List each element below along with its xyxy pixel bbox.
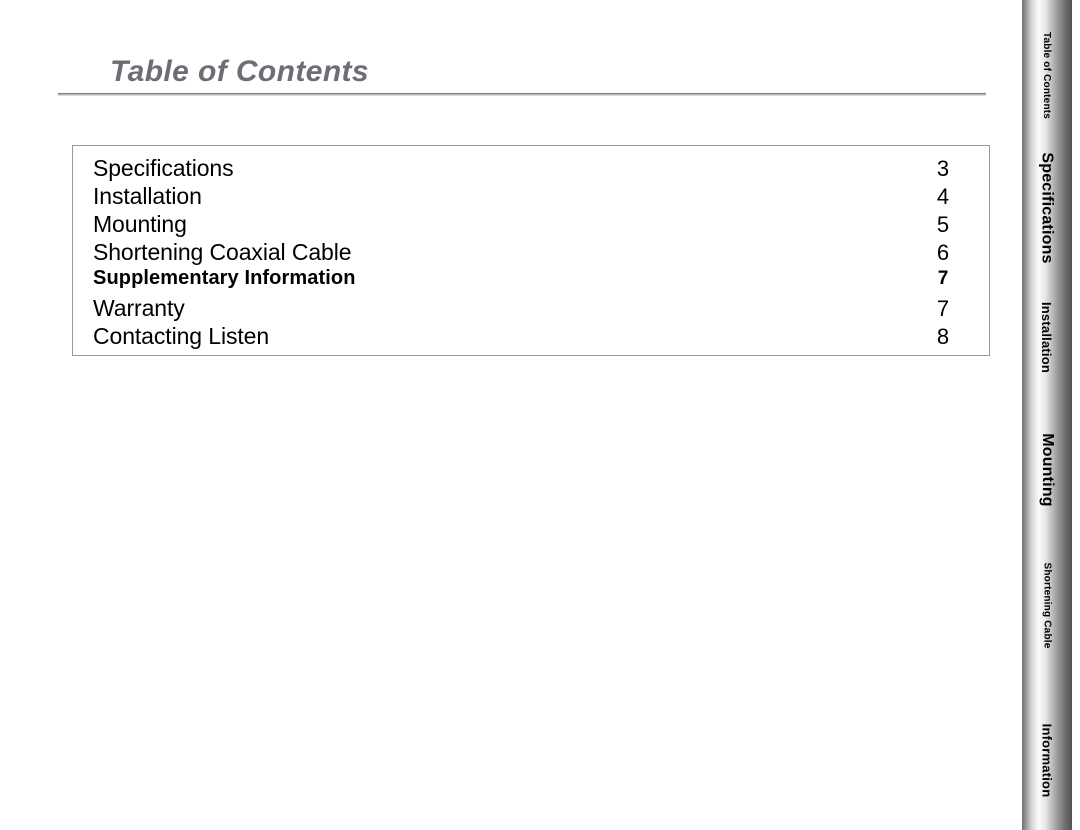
toc-entry-label: Contacting Listen bbox=[93, 323, 270, 349]
title-divider-rule bbox=[58, 93, 986, 97]
toc-entry[interactable]: Shortening Coaxial Cable 6 bbox=[73, 239, 989, 267]
toc-entry-page-number: 7 bbox=[936, 296, 950, 321]
document-page: Table of Contents Specifications 3 Install… bbox=[0, 0, 1080, 830]
side-tab[interactable]: Information bbox=[1022, 695, 1072, 825]
side-tab-label: Shortening Cable bbox=[1041, 562, 1053, 648]
toc-entry[interactable]: Warranty 7 bbox=[73, 295, 989, 323]
side-tab-strip: Table of Contents Specifications Installat… bbox=[1022, 0, 1072, 830]
toc-entry[interactable]: Contacting Listen 8 bbox=[73, 323, 989, 351]
toc-entry-page-number: 3 bbox=[936, 156, 950, 181]
toc-entry-page-number: 4 bbox=[936, 184, 950, 209]
toc-entry-page-number: 5 bbox=[936, 212, 950, 237]
toc-entry-page-number: 8 bbox=[936, 324, 950, 349]
side-tab[interactable]: Shortening Cable bbox=[1022, 530, 1072, 680]
toc-entry-label: Shortening Coaxial Cable bbox=[93, 239, 352, 265]
side-tab-label: Mounting bbox=[1039, 433, 1057, 507]
side-tab-label: Installation bbox=[1039, 301, 1055, 374]
toc-entry-label: Installation bbox=[93, 183, 202, 209]
toc-entry[interactable]: Specifications 3 bbox=[73, 155, 989, 183]
table-of-contents-box: Specifications 3 Installation 4 Mounting 5 Sho… bbox=[72, 145, 990, 356]
side-tab[interactable]: Mounting bbox=[1022, 415, 1072, 525]
toc-entry[interactable]: Mounting 5 bbox=[73, 211, 989, 239]
toc-entry[interactable]: Installation 4 bbox=[73, 183, 989, 211]
toc-entry-label: Specifications bbox=[93, 155, 234, 181]
toc-entry-label: Supplementary Information bbox=[93, 267, 356, 289]
page-title: Table of Contents bbox=[110, 55, 370, 88]
toc-entry-label: Mounting bbox=[93, 211, 187, 237]
side-tab[interactable]: Installation bbox=[1022, 275, 1072, 400]
toc-entry-page-number: 6 bbox=[936, 240, 950, 265]
side-tab[interactable]: Table of Contents bbox=[1022, 10, 1072, 140]
side-tab-label: Table of Contents bbox=[1041, 31, 1053, 119]
toc-entry-page-number: 7 bbox=[937, 268, 949, 289]
side-tab[interactable]: Specifications bbox=[1022, 140, 1072, 275]
side-tab-label: Specifications bbox=[1039, 151, 1056, 264]
toc-entry-label: Warranty bbox=[93, 295, 185, 321]
toc-entry[interactable]: Supplementary Information 7 bbox=[73, 267, 989, 295]
side-tab-label: Information bbox=[1039, 723, 1055, 797]
